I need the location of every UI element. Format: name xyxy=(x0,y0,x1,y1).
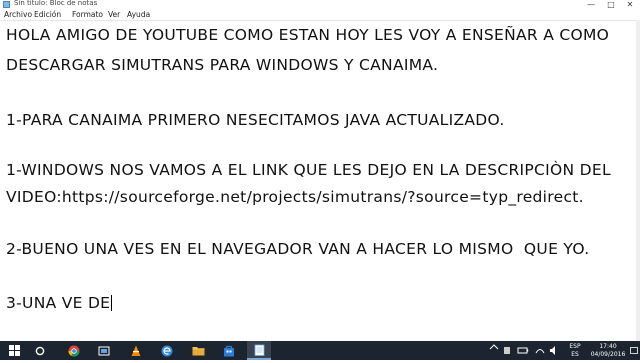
notepad-icon xyxy=(254,344,264,356)
menu-formato[interactable]: Formato xyxy=(72,9,103,20)
editor-line: 2-BUENO UNA VES EN EL NAVEGADOR VAN A HA… xyxy=(6,240,590,258)
taskbar-app-notepad[interactable] xyxy=(247,341,271,360)
action-center-button[interactable] xyxy=(629,341,639,360)
taskbar-app-file-explorer[interactable] xyxy=(187,341,209,360)
language-indicator[interactable]: ESP ES xyxy=(568,343,582,362)
editor-line: 1-PARA CANAIMA PRIMERO NESECITAMOS JAVA … xyxy=(6,111,505,129)
volume-icon xyxy=(550,346,555,355)
show-hidden-icons-icon xyxy=(489,344,499,350)
language-code-bottom: ES xyxy=(571,351,579,358)
text-editor-area[interactable]: HOLA AMIGO DE YOUTUBE COMO ESTAN HOY LES… xyxy=(0,20,640,342)
language-code-top: ESP xyxy=(569,343,581,350)
task-view-icon xyxy=(98,346,110,355)
title-bar: Sin título: Bloc de notas — □ ✕ xyxy=(0,0,640,9)
menu-ayuda[interactable]: Ayuda xyxy=(127,9,150,20)
battery-icon xyxy=(517,347,528,354)
editor-line: 1-WINDOWS NOS VAMOS A EL LINK QUE LES DE… xyxy=(6,161,611,179)
editor-line-text: 3-UNA VE DE xyxy=(6,294,111,312)
network-icon xyxy=(535,349,545,354)
clock[interactable]: 17:40 04/09/2016 xyxy=(588,343,628,362)
edge-icon xyxy=(161,345,173,356)
notepad-app-icon xyxy=(3,1,10,8)
window-title: Sin título: Bloc de notas xyxy=(14,0,98,7)
usb-icon xyxy=(504,347,510,354)
clock-date: 04/09/2016 xyxy=(590,351,626,358)
minimize-button[interactable]: — xyxy=(582,0,600,9)
taskbar-app-chrome[interactable] xyxy=(63,341,85,360)
editor-line: HOLA AMIGO DE YOUTUBE COMO ESTAN HOY LES… xyxy=(6,26,610,44)
menu-ver[interactable]: Ver xyxy=(108,9,120,20)
vlc-icon xyxy=(131,345,141,356)
file-explorer-icon xyxy=(192,347,204,356)
menu-archivo[interactable]: Archivo xyxy=(4,9,32,20)
cortana-search-icon xyxy=(35,346,45,355)
vertical-scrollbar[interactable] xyxy=(636,20,640,341)
taskbar: ESP ES 17:40 04/09/2016 xyxy=(0,341,640,360)
editor-line-current: 3-UNA VE DE xyxy=(6,294,113,312)
start-button[interactable] xyxy=(2,341,26,360)
taskbar-app-task-view[interactable] xyxy=(93,341,115,360)
maximize-button[interactable]: □ xyxy=(602,0,620,9)
editor-line: DESCARGAR SIMUTRANS PARA WINDOWS Y CANAI… xyxy=(6,56,439,74)
close-button[interactable]: ✕ xyxy=(621,0,639,9)
tray-icons-group xyxy=(489,344,555,355)
search-button[interactable] xyxy=(29,341,51,360)
taskbar-app-edge[interactable] xyxy=(156,341,178,360)
taskbar-app-store[interactable] xyxy=(218,341,240,360)
notification-icon xyxy=(630,346,638,354)
store-icon xyxy=(224,345,234,356)
chrome-icon xyxy=(68,345,80,357)
taskbar-app-vlc[interactable] xyxy=(125,341,147,360)
system-tray-icons xyxy=(488,341,562,360)
clock-time: 17:40 xyxy=(599,343,617,350)
windows-logo-icon xyxy=(8,345,20,356)
menu-bar: Archivo Edición Formato Ver Ayuda xyxy=(0,9,640,20)
text-caret xyxy=(111,295,113,311)
menu-edicion[interactable]: Edición xyxy=(34,9,61,20)
editor-line: VIDEO:https://sourceforge.net/projects/s… xyxy=(6,188,584,206)
